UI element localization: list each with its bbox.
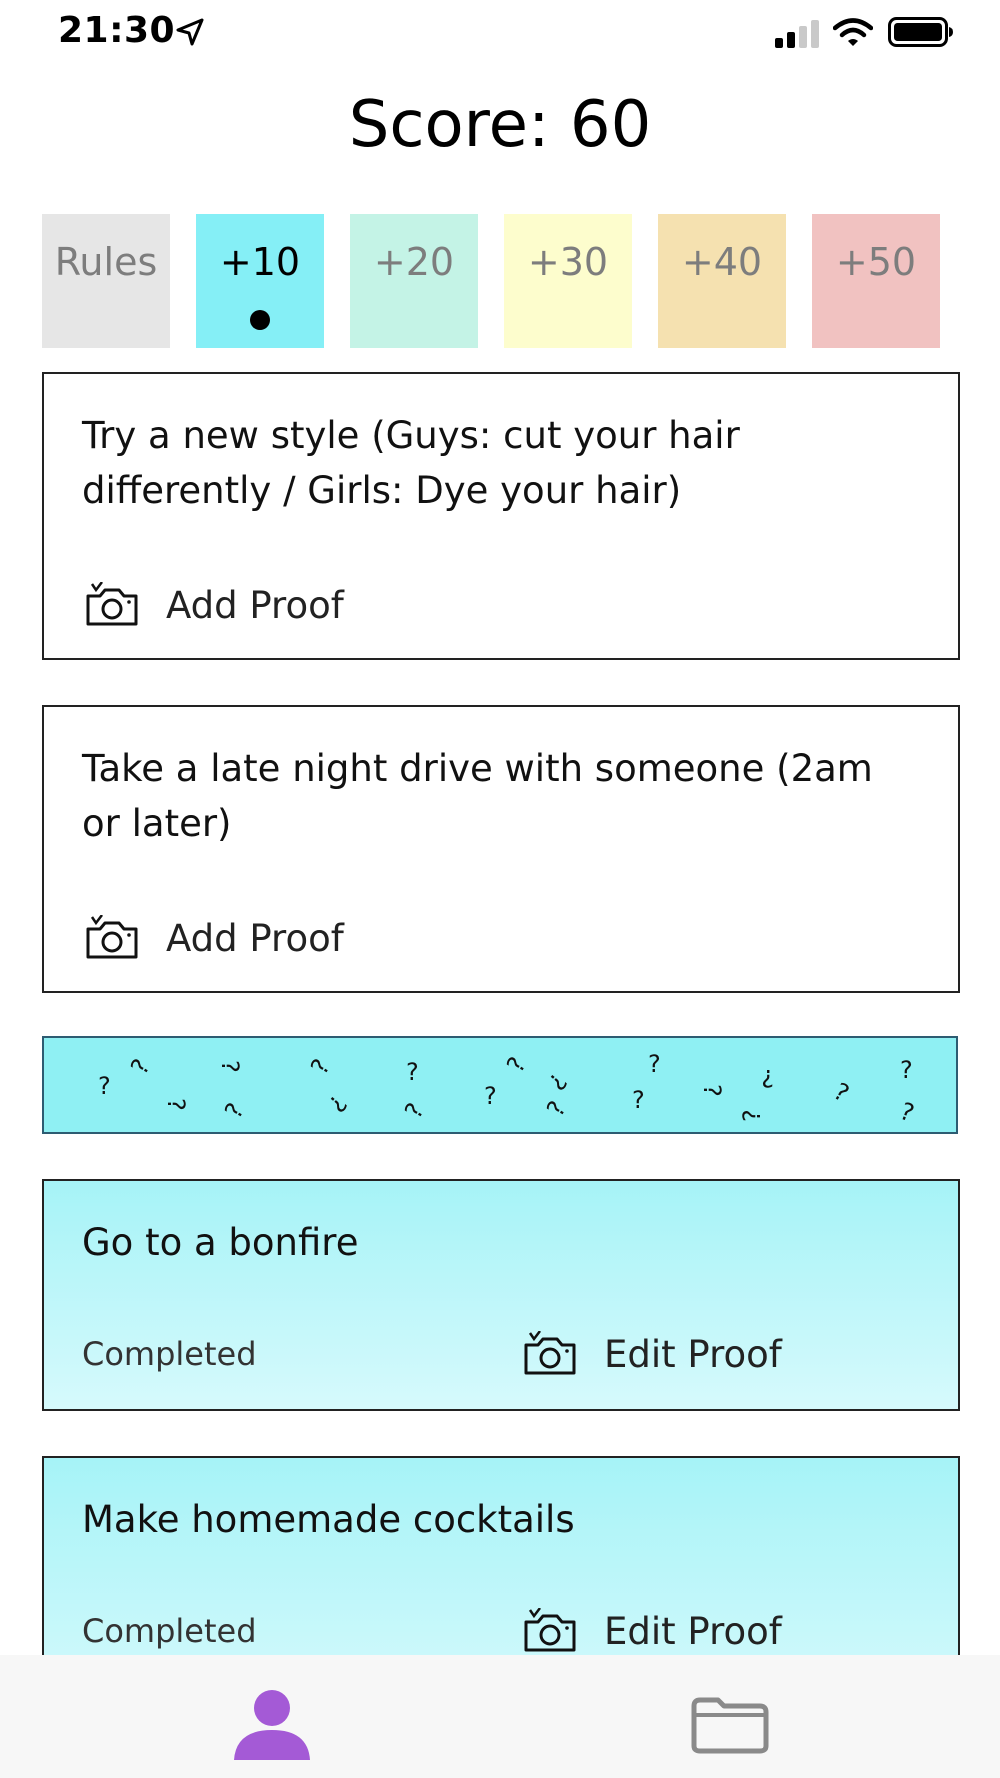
edit-proof-button[interactable]: Edit Proof [522, 1608, 782, 1654]
completed-challenge-card[interactable]: Go to a bonfire Completed Edit Proof [42, 1179, 960, 1411]
svg-text:?: ? [125, 1054, 156, 1079]
svg-text:?: ? [216, 1060, 244, 1073]
svg-text:?: ? [484, 1082, 497, 1110]
svg-text:?: ? [761, 1064, 774, 1092]
challenge-title: Make homemade cocktails [82, 1498, 575, 1541]
svg-text:?: ? [900, 1056, 913, 1084]
camera-icon [86, 582, 138, 626]
edit-proof-label: Edit Proof [604, 1332, 782, 1376]
svg-text:?: ? [501, 1052, 532, 1077]
svg-text:?: ? [305, 1054, 336, 1079]
svg-text:?: ? [698, 1084, 726, 1097]
challenge-list[interactable]: Try a new style (Guys: cut your hair dif… [0, 0, 1000, 1655]
folder-icon[interactable] [690, 1696, 770, 1754]
challenge-title: Take a late night drive with someone (2a… [82, 747, 873, 845]
svg-text:?: ? [632, 1086, 645, 1114]
svg-text:?: ? [162, 1098, 190, 1111]
svg-text:?: ? [219, 1098, 250, 1123]
svg-text:?: ? [542, 1068, 572, 1096]
completed-status: Completed [82, 1612, 257, 1650]
challenge-title: Go to a bonfire [82, 1221, 359, 1264]
challenge-card[interactable]: Try a new style (Guys: cut your hair dif… [42, 372, 960, 660]
camera-icon [524, 1331, 576, 1375]
camera-icon [86, 915, 138, 959]
svg-text:?: ? [738, 1109, 766, 1122]
completed-status: Completed [82, 1335, 257, 1373]
challenge-card[interactable]: Take a late night drive with someone (2a… [42, 705, 960, 993]
add-proof-label: Add Proof [166, 583, 344, 627]
svg-text:?: ? [322, 1090, 352, 1118]
profile-icon[interactable] [232, 1688, 312, 1760]
svg-text:?: ? [399, 1098, 430, 1123]
add-proof-label: Add Proof [166, 916, 344, 960]
svg-text:?: ? [896, 1097, 918, 1128]
challenge-title: Try a new style (Guys: cut your hair dif… [82, 414, 740, 512]
svg-text:?: ? [98, 1072, 111, 1100]
svg-text:?: ? [829, 1077, 854, 1108]
mystery-challenge-banner[interactable]: ? ? ? ? ? ? ? ? ? ? ? ? ? ? ? ? ? ? ? ? [42, 1036, 958, 1134]
question-mark-pattern: ? ? ? ? ? ? ? ? ? ? ? ? ? ? ? ? ? ? ? ? [98, 1050, 918, 1128]
svg-text:?: ? [648, 1050, 661, 1078]
add-proof-button[interactable]: Add Proof [84, 582, 344, 628]
edit-proof-button[interactable]: Edit Proof [522, 1331, 782, 1377]
edit-proof-label: Edit Proof [604, 1609, 782, 1653]
svg-text:?: ? [541, 1096, 572, 1121]
bottom-tab-bar [0, 1655, 1000, 1778]
add-proof-button[interactable]: Add Proof [84, 915, 344, 961]
camera-icon [524, 1608, 576, 1652]
completed-challenge-card[interactable]: Make homemade cocktails Completed Edit P… [42, 1456, 960, 1655]
svg-text:?: ? [406, 1058, 419, 1086]
